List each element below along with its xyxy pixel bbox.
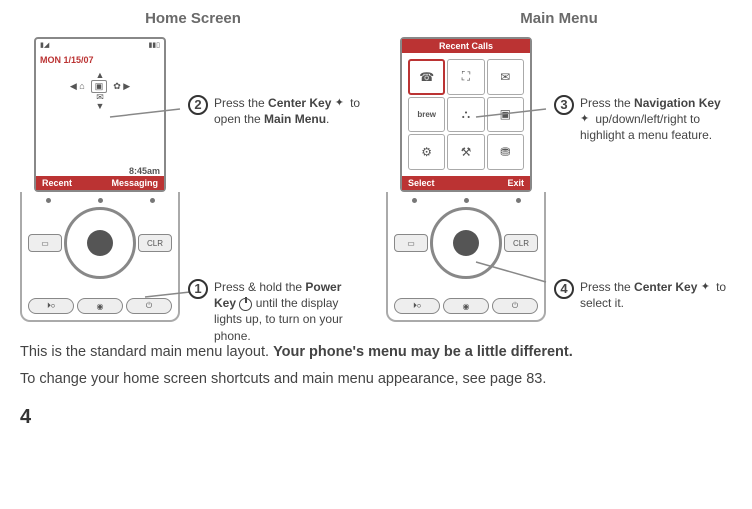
callout-num-1: 1 <box>188 279 208 299</box>
phone-keypad-left: ▭ CLR ⏵⚬ ◉ ⏻ <box>20 192 180 322</box>
menu-cell-8[interactable]: ⚒ <box>447 134 484 170</box>
battery-icon: ▮▮▯ <box>148 41 160 49</box>
power-key-icon <box>239 298 252 311</box>
nav-left-icon: ◀ ⌂ <box>70 82 85 91</box>
camera-key[interactable]: ◉ <box>77 298 123 314</box>
menu-cell-2[interactable]: ⛶ <box>447 59 484 95</box>
camera-key-r[interactable]: ◉ <box>443 298 489 314</box>
callout-4: 4 Press the Center Key to select it. <box>554 279 732 311</box>
menu-softkey-right[interactable]: Exit <box>507 178 524 188</box>
center-key-icon <box>335 98 347 110</box>
side-button-left-r[interactable]: ▭ <box>394 234 428 252</box>
menu-cell-4[interactable]: brew <box>408 97 445 133</box>
home-time: 8:45am <box>36 166 164 176</box>
menu-cell-1[interactable]: ☎ <box>408 59 445 95</box>
menu-cell-3[interactable]: ✉ <box>487 59 524 95</box>
callout-num-2: 2 <box>188 95 208 115</box>
body-line-1: This is the standard main menu layout. Y… <box>20 342 732 363</box>
callout-3: 3 Press the Navigation Key up/down/left/… <box>554 95 732 144</box>
power-key[interactable]: ⏻ <box>126 298 172 314</box>
center-key-icon-2 <box>701 282 713 294</box>
clr-button-r[interactable]: CLR <box>504 234 538 252</box>
home-screen: ▮◢ ▮▮▯ MON 1/15/07 ▲ ◀ ⌂ ▣ ✿ ▶ ✉▼ <box>34 37 166 192</box>
callout-num-4: 4 <box>554 279 574 299</box>
menu-cell-9[interactable]: ⛃ <box>487 134 524 170</box>
phone-keypad-right: ▭ CLR ⏵⚬ ◉ ⏻ <box>386 192 546 322</box>
softkey-right[interactable]: Messaging <box>111 178 158 188</box>
nav-right-icon: ✿ ▶ <box>113 82 130 91</box>
callout-2: 2 Press the Center Key to open the Main … <box>188 95 366 127</box>
phone-home: ▮◢ ▮▮▯ MON 1/15/07 ▲ ◀ ⌂ ▣ ✿ ▶ ✉▼ <box>20 37 180 322</box>
clr-button[interactable]: CLR <box>138 234 172 252</box>
signal-icon: ▮◢ <box>40 41 49 49</box>
menu-cell-7[interactable]: ⚙ <box>408 134 445 170</box>
send-key[interactable]: ⏵⚬ <box>28 298 74 314</box>
callout-1: 1 Press & hold the Power Key until the d… <box>188 279 366 344</box>
power-key-r[interactable]: ⏻ <box>492 298 538 314</box>
home-date: MON 1/15/07 <box>40 55 160 65</box>
softkey-left[interactable]: Recent <box>42 178 72 188</box>
phone-menu: Recent Calls ☎ ⛶ ✉ brew ⛬ ▣ ⚙ ⚒ ⛃ Select <box>386 37 546 322</box>
nav-up-icon: ▲ <box>40 71 160 80</box>
send-key-r[interactable]: ⏵⚬ <box>394 298 440 314</box>
menu-cell-6[interactable]: ▣ <box>487 97 524 133</box>
menu-title: Recent Calls <box>402 39 530 53</box>
nav-key-icon <box>580 114 592 126</box>
menu-cell-5[interactable]: ⛬ <box>447 97 484 133</box>
body-line-2: To change your home screen shortcuts and… <box>20 369 732 390</box>
heading-main: Main Menu <box>386 10 732 27</box>
callout-num-3: 3 <box>554 95 574 115</box>
menu-screen: Recent Calls ☎ ⛶ ✉ brew ⛬ ▣ ⚙ ⚒ ⛃ Select <box>400 37 532 192</box>
side-button-left[interactable]: ▭ <box>28 234 62 252</box>
menu-softkey-left[interactable]: Select <box>408 178 435 188</box>
heading-home: Home Screen <box>20 10 366 27</box>
page-number: 4 <box>20 406 732 429</box>
nav-down-icon: ✉▼ <box>40 93 160 111</box>
